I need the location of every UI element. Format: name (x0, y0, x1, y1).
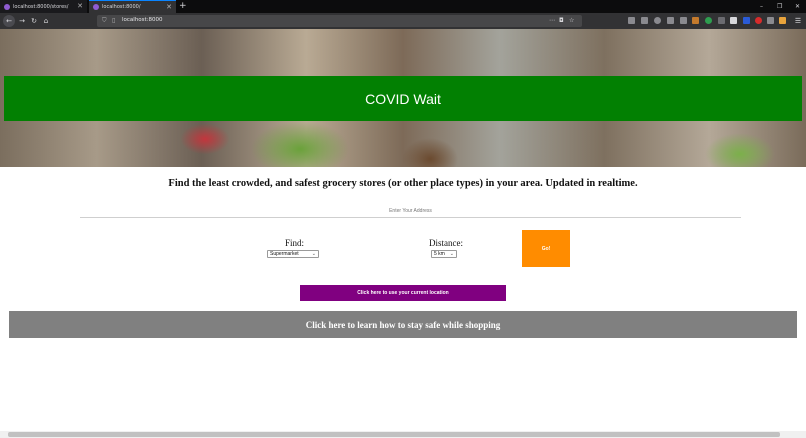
back-arrow-icon[interactable]: ← (3, 15, 15, 27)
library-icon[interactable] (628, 17, 635, 24)
browser-tab-bar: localhost:8000/stores/ ✕ localhost:8000/… (0, 0, 806, 13)
close-tab-icon[interactable]: ✕ (166, 3, 172, 11)
url-text: localhost:8000 (122, 17, 163, 23)
extension-icon[interactable] (767, 17, 774, 24)
tab-title: localhost:8000/stores/ (13, 3, 69, 10)
tab-home[interactable]: localhost:8000/ ✕ (89, 0, 176, 13)
chevron-down-icon: ⌄ (449, 251, 454, 257)
home-icon[interactable]: ⌂ (41, 16, 51, 26)
find-label: Find: (285, 238, 305, 248)
reload-icon[interactable]: ↻ (29, 16, 39, 26)
extension-icon[interactable] (743, 17, 750, 24)
extension-icon[interactable] (755, 17, 762, 24)
hero-banner: COVID Wait (0, 29, 806, 167)
maximize-button[interactable]: ❐ (777, 0, 782, 13)
forward-arrow-icon[interactable]: → (17, 16, 27, 26)
extension-icon[interactable] (705, 17, 712, 24)
close-tab-icon[interactable]: ✕ (77, 2, 83, 10)
chevron-down-icon: ⌄ (311, 251, 316, 257)
extension-icon[interactable] (692, 17, 699, 24)
minimize-button[interactable]: – (760, 0, 763, 13)
firefox-favicon-icon (93, 4, 99, 10)
new-tab-button[interactable]: + (179, 0, 187, 13)
firefox-favicon-icon (4, 3, 10, 10)
scrollbar-thumb[interactable] (8, 432, 780, 437)
browser-nav-bar: ← → ↻ ⌂ ⛉ ▯ localhost:8000 ⋯ ◘ ☆ ☰ (0, 13, 806, 29)
pocket-icon[interactable]: ◘ (559, 17, 564, 24)
account-icon[interactable] (654, 17, 661, 24)
distance-value: 5 km (434, 251, 445, 257)
distance-select[interactable]: 5 km ⌄ (431, 250, 457, 258)
bookmark-star-icon[interactable]: ☆ (569, 17, 574, 24)
tagline: Find the least crowded, and safest groce… (168, 178, 638, 189)
extension-icon[interactable] (680, 17, 687, 24)
extension-icon[interactable] (667, 17, 674, 24)
page-title: COVID Wait (365, 90, 441, 107)
menu-icon[interactable]: ☰ (793, 16, 803, 26)
extension-icon[interactable] (730, 17, 737, 24)
page-actions-icon[interactable]: ⋯ (549, 17, 555, 24)
tab-title: localhost:8000/ (102, 4, 141, 10)
address-bar[interactable]: ⛉ ▯ localhost:8000 ⋯ ◘ ☆ (97, 15, 582, 27)
close-window-button[interactable]: ✕ (795, 0, 800, 13)
safety-tips-link[interactable]: Click here to learn how to stay safe whi… (9, 311, 797, 338)
place-type-select[interactable]: Supermarket ⌄ (267, 250, 319, 258)
extension-icon[interactable] (779, 17, 786, 24)
use-current-location-button[interactable]: Click here to use your current location (300, 285, 506, 301)
page-info-icon[interactable]: ▯ (112, 17, 115, 24)
go-button[interactable]: Go! (522, 230, 570, 267)
distance-label: Distance: (429, 238, 463, 248)
extension-icon[interactable] (718, 17, 725, 24)
place-type-value: Supermarket (270, 251, 299, 257)
sidebar-icon[interactable] (641, 17, 648, 24)
hero-title-band: COVID Wait (4, 76, 802, 121)
shield-icon: ⛉ (102, 17, 107, 24)
tab-stores[interactable]: localhost:8000/stores/ ✕ (0, 0, 87, 13)
horizontal-scrollbar[interactable] (0, 431, 806, 438)
address-input[interactable] (80, 204, 741, 218)
